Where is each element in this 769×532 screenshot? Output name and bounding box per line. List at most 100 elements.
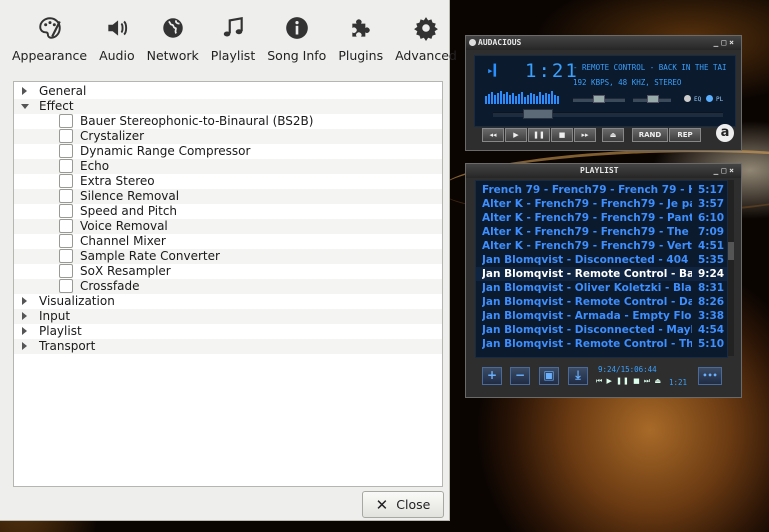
tree-plugin-row[interactable]: SoX Resampler bbox=[14, 264, 442, 279]
plugin-checkbox[interactable] bbox=[59, 129, 73, 143]
tree-category[interactable]: Input bbox=[14, 309, 442, 324]
plugin-checkbox[interactable] bbox=[59, 174, 73, 188]
audacious-menu-icon[interactable] bbox=[469, 39, 476, 46]
toolbar-songinfo-button[interactable]: Song Info bbox=[261, 14, 332, 70]
remove-track-button[interactable]: − bbox=[510, 367, 530, 385]
play-button[interactable]: ▶ bbox=[505, 128, 527, 142]
balance-knob[interactable] bbox=[647, 95, 659, 103]
plugin-label: Dynamic Range Compressor bbox=[80, 144, 251, 158]
tree-category[interactable]: Transport bbox=[14, 339, 442, 354]
close-button[interactable]: ✕ Close bbox=[362, 491, 444, 518]
plugin-checkbox[interactable] bbox=[59, 204, 73, 218]
tree-plugin-row[interactable]: Crossfade bbox=[14, 279, 442, 294]
playlist-entry[interactable]: Jan Blomqvist - Oliver Koletzki - Black … bbox=[476, 281, 727, 295]
playlist-entry[interactable]: Jan Blomqvist - Remote Control - The En 5… bbox=[476, 337, 727, 351]
tree-plugin-row[interactable]: Speed and Pitch bbox=[14, 204, 442, 219]
track-duration: 9:24 bbox=[698, 268, 725, 280]
eq-toggle[interactable] bbox=[684, 95, 691, 102]
seek-knob[interactable] bbox=[523, 109, 554, 119]
plugin-checkbox[interactable] bbox=[59, 144, 73, 158]
tree-plugin-row[interactable]: Silence Removal bbox=[14, 189, 442, 204]
mini-controls[interactable]: ⏮ ▶ ❚❚ ■ ⏭ ⏏ bbox=[596, 377, 662, 386]
spectrum-bar bbox=[536, 96, 538, 104]
playlist-entry[interactable]: Alter K - French79 - French79 - Je parle… bbox=[476, 197, 727, 211]
toolbar-network-button[interactable]: Network bbox=[141, 14, 205, 70]
elapsed-time[interactable]: 1:21 bbox=[525, 60, 579, 82]
plugin-checkbox[interactable] bbox=[59, 189, 73, 203]
playlist-entry[interactable]: Jan Blomqvist - Disconnected - 404 Not F… bbox=[476, 253, 727, 267]
playlist-entry[interactable]: Jan Blomqvist - Remote Control - Dark N 8… bbox=[476, 295, 727, 309]
plugin-checkbox[interactable] bbox=[59, 249, 73, 263]
track-duration: 8:31 bbox=[698, 282, 725, 294]
expander-right-icon[interactable] bbox=[22, 342, 27, 350]
plugin-checkbox[interactable] bbox=[59, 114, 73, 128]
tree-category[interactable]: Effect bbox=[14, 99, 442, 114]
stop-button[interactable]: ■ bbox=[551, 128, 573, 142]
tree-plugin-row[interactable]: Dynamic Range Compressor bbox=[14, 144, 442, 159]
plugin-checkbox[interactable] bbox=[59, 159, 73, 173]
spectrum-visualizer[interactable] bbox=[485, 90, 560, 104]
misc-button[interactable]: ⤓ bbox=[568, 367, 588, 385]
tree-plugin-row[interactable]: Extra Stereo bbox=[14, 174, 442, 189]
tree-plugin-row[interactable]: Echo bbox=[14, 159, 442, 174]
tree-plugin-row[interactable]: Sample Rate Converter bbox=[14, 249, 442, 264]
eject-button[interactable]: ⏏ bbox=[602, 128, 624, 142]
playlist-scrollbar[interactable] bbox=[728, 180, 734, 356]
pause-button[interactable]: ❚❚ bbox=[528, 128, 550, 142]
expander-right-icon[interactable] bbox=[22, 297, 27, 305]
list-menu-button[interactable]: ••• bbox=[698, 367, 722, 385]
tree-plugin-row[interactable]: Bauer Stereophonic-to-Binaural (BS2B) bbox=[14, 114, 442, 129]
repeat-button[interactable]: REP bbox=[669, 128, 701, 142]
tree-category[interactable]: Playlist bbox=[14, 324, 442, 339]
tree-category[interactable]: General bbox=[14, 84, 442, 99]
tree-category[interactable]: Visualization bbox=[14, 294, 442, 309]
song-title-ticker[interactable]: - REMOTE CONTROL - BACK IN THE TAI bbox=[573, 63, 733, 72]
plugin-checkbox[interactable] bbox=[59, 279, 73, 293]
previous-button[interactable]: ◂◂ bbox=[482, 128, 504, 142]
plugin-label: Echo bbox=[80, 159, 110, 173]
track-duration: 3:38 bbox=[698, 310, 725, 322]
toolbar-audio-button[interactable]: Audio bbox=[93, 14, 141, 70]
tree-plugin-row[interactable]: Crystalizer bbox=[14, 129, 442, 144]
toolbar-advanced-button[interactable]: Advanced bbox=[389, 14, 463, 70]
playlist-entry[interactable]: Jan Blomqvist - Armada - Empty Floor 3:38 bbox=[476, 309, 727, 323]
toolbar-appearance-button[interactable]: Appearance bbox=[6, 14, 93, 70]
add-track-button[interactable]: + bbox=[482, 367, 502, 385]
playlist-entry[interactable]: Alter K - French79 - French79 - Vertigo … bbox=[476, 239, 727, 253]
volume-knob[interactable] bbox=[593, 95, 605, 103]
track-duration: 3:57 bbox=[698, 198, 725, 210]
puzzle-icon bbox=[347, 14, 375, 42]
playlist-entry[interactable]: Jan Blomqvist - Disconnected - Maybe N 4:… bbox=[476, 323, 727, 337]
plugin-checkbox[interactable] bbox=[59, 264, 73, 278]
tree-plugin-row[interactable]: Voice Removal bbox=[14, 219, 442, 234]
track-title: Jan Blomqvist - Remote Control - Back In bbox=[482, 268, 692, 280]
audacious-logo-icon[interactable]: a bbox=[716, 124, 734, 142]
playlist-titlebar[interactable]: PLAYLIST _□× bbox=[466, 164, 741, 178]
track-title: Jan Blomqvist - Disconnected - Maybe N bbox=[482, 324, 692, 336]
track-title: Jan Blomqvist - Oliver Koletzki - Black … bbox=[482, 282, 692, 294]
expander-down-icon[interactable] bbox=[21, 104, 29, 109]
expander-right-icon[interactable] bbox=[22, 87, 27, 95]
playlist-scroll-knob[interactable] bbox=[728, 242, 734, 260]
plugin-label: Channel Mixer bbox=[80, 234, 166, 248]
main-window-buttons[interactable]: _□× bbox=[714, 36, 737, 50]
expander-right-icon[interactable] bbox=[22, 312, 27, 320]
playlist-toggle[interactable] bbox=[706, 95, 713, 102]
playlist-tracks[interactable]: French 79 - French79 - French 79 - Home 5… bbox=[475, 180, 728, 358]
tree-plugin-row[interactable]: Channel Mixer bbox=[14, 234, 442, 249]
playlist-entry[interactable]: Alter K - French79 - French79 - Pantheon… bbox=[476, 211, 727, 225]
select-button[interactable]: ▣ bbox=[539, 367, 559, 385]
playlist-entry[interactable]: Jan Blomqvist - Remote Control - Back In… bbox=[476, 267, 727, 281]
plugin-checkbox[interactable] bbox=[59, 219, 73, 233]
playlist-entry[interactable]: Alter K - French79 - French79 - The Year… bbox=[476, 225, 727, 239]
toolbar-plugins-button[interactable]: Plugins bbox=[332, 14, 389, 70]
expander-right-icon[interactable] bbox=[22, 327, 27, 335]
main-titlebar[interactable]: AUDACIOUS _□× bbox=[466, 36, 741, 50]
playlist-window-buttons[interactable]: _□× bbox=[714, 164, 737, 178]
plugin-checkbox[interactable] bbox=[59, 234, 73, 248]
shuffle-button[interactable]: RAND bbox=[632, 128, 668, 142]
next-button[interactable]: ▸▸ bbox=[574, 128, 596, 142]
playlist-entry[interactable]: French 79 - French79 - French 79 - Home 5… bbox=[476, 183, 727, 197]
toolbar-playlist-button[interactable]: Playlist bbox=[205, 14, 261, 70]
track-duration: 5:35 bbox=[698, 254, 725, 266]
